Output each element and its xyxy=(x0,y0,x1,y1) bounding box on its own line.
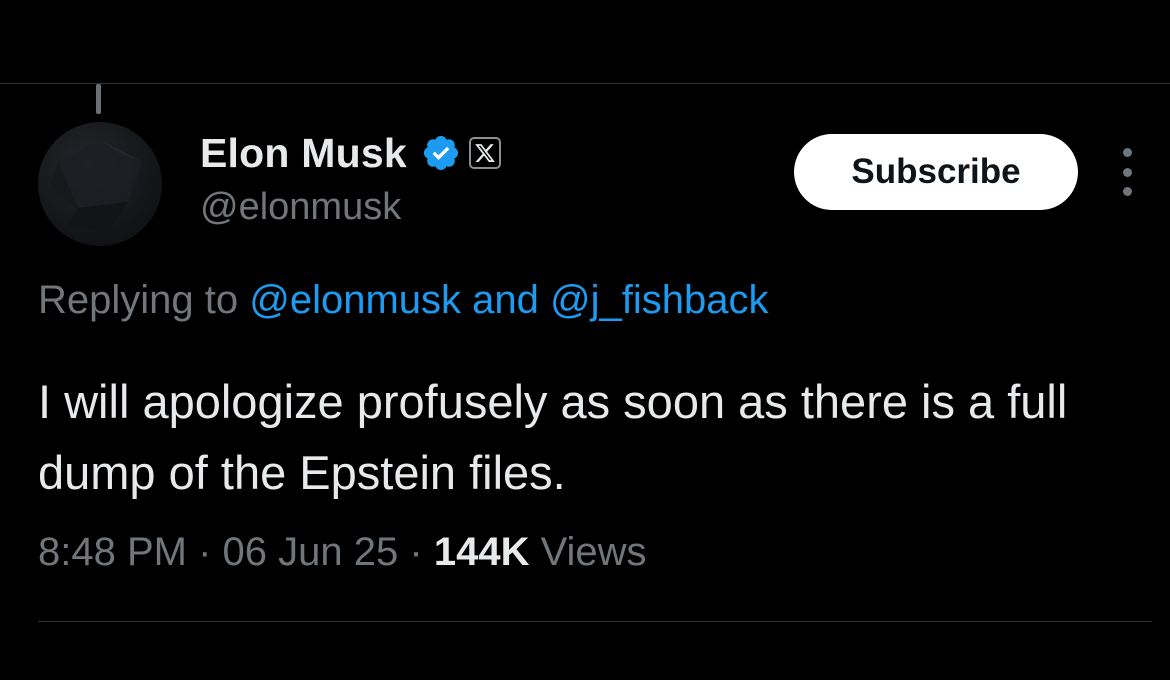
avatar-container[interactable] xyxy=(38,84,162,248)
subscribe-button[interactable]: Subscribe xyxy=(794,134,1078,210)
avatar-facets xyxy=(48,140,142,232)
top-divider xyxy=(0,83,1170,84)
tweet-time[interactable]: 8:48 PM xyxy=(38,530,187,574)
author-handle[interactable]: @elonmusk xyxy=(200,186,401,229)
more-dots-icon[interactable] xyxy=(1110,148,1144,196)
author-display-name[interactable]: Elon Musk xyxy=(200,130,407,177)
avatar[interactable] xyxy=(38,122,162,246)
dot xyxy=(1122,187,1132,196)
mention-link[interactable]: @j_fishback xyxy=(550,278,768,322)
bottom-divider xyxy=(38,621,1152,622)
views-count: 144K xyxy=(433,530,530,574)
tweet-meta: 8:48 PM · 06 Jun 25 · 144K Views xyxy=(38,530,647,575)
meta-separator: · xyxy=(198,530,212,574)
reply-prefix: Replying to xyxy=(38,278,239,322)
tweet-date[interactable]: 06 Jun 25 xyxy=(223,530,399,574)
views-label: Views xyxy=(540,530,647,574)
author-name-row: Elon Musk xyxy=(200,128,501,178)
verified-badge-icon[interactable] xyxy=(421,133,461,173)
avatar-hanger xyxy=(96,84,101,114)
reply-joiner: and xyxy=(472,278,539,322)
tweet-text: I will apologize profusely as soon as th… xyxy=(38,375,1068,499)
reply-context: Replying to @elonmusk and @j_fishback xyxy=(38,278,769,323)
x-logo-icon[interactable] xyxy=(468,137,501,169)
mention-link[interactable]: @elonmusk xyxy=(249,278,461,322)
dot xyxy=(1122,148,1132,157)
meta-separator: · xyxy=(409,530,423,574)
dot xyxy=(1122,167,1132,177)
